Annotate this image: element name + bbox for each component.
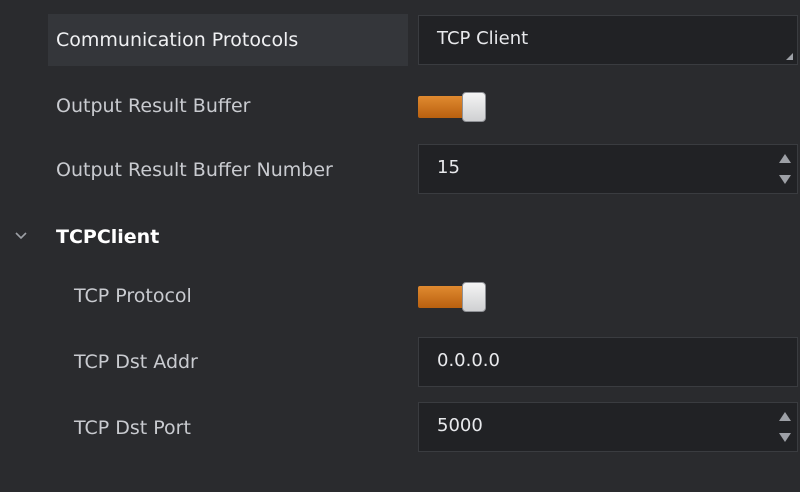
- spin-arrows: [779, 151, 791, 187]
- tcp-protocol-label: TCP Protocol: [74, 285, 192, 307]
- output-result-buffer-label: Output Result Buffer: [56, 95, 251, 117]
- increment-arrow-icon[interactable]: [779, 412, 791, 421]
- dropdown-corner-icon: [786, 53, 793, 60]
- row-output-result-buffer: Output Result Buffer: [0, 80, 800, 132]
- output-result-buffer-toggle[interactable]: [418, 92, 488, 122]
- communication-protocols-value: TCP Client: [437, 28, 529, 49]
- label-cell: Output Result Buffer Number: [48, 144, 408, 196]
- row-tcp-dst-port: TCP Dst Port 5000: [0, 402, 800, 454]
- tcp-dst-port-input[interactable]: 5000: [418, 402, 798, 452]
- row-tcp-dst-addr: TCP Dst Addr 0.0.0.0: [0, 336, 800, 388]
- decrement-arrow-icon[interactable]: [779, 175, 791, 184]
- output-result-buffer-number-value: 15: [437, 157, 460, 178]
- spin-arrows: [779, 409, 791, 445]
- communication-protocols-dropdown[interactable]: TCP Client: [418, 15, 798, 65]
- label-cell: Output Result Buffer: [48, 80, 408, 132]
- output-result-buffer-number-input[interactable]: 15: [418, 144, 798, 194]
- label-cell: TCP Dst Addr: [48, 336, 408, 388]
- communication-protocols-label: Communication Protocols: [56, 29, 299, 51]
- property-panel: Communication Protocols TCP Client Outpu…: [0, 0, 800, 492]
- tcp-dst-port-value: 5000: [437, 415, 483, 436]
- group-title: TCPClient: [56, 226, 160, 248]
- increment-arrow-icon[interactable]: [779, 154, 791, 163]
- label-cell: Communication Protocols: [48, 14, 408, 66]
- row-output-result-buffer-number: Output Result Buffer Number 15: [0, 144, 800, 196]
- toggle-knob[interactable]: [462, 92, 486, 122]
- decrement-arrow-icon[interactable]: [779, 433, 791, 442]
- output-result-buffer-number-label: Output Result Buffer Number: [56, 159, 333, 181]
- label-cell: TCP Protocol: [48, 270, 408, 322]
- tcp-dst-addr-value: 0.0.0.0: [437, 350, 500, 371]
- row-communication-protocols[interactable]: Communication Protocols TCP Client: [0, 14, 800, 66]
- chevron-down-icon[interactable]: [14, 229, 28, 243]
- tcp-dst-addr-label: TCP Dst Addr: [74, 351, 198, 373]
- group-header-tcpclient[interactable]: TCPClient: [0, 212, 800, 264]
- row-tcp-protocol: TCP Protocol: [0, 270, 800, 322]
- toggle-knob[interactable]: [462, 282, 486, 312]
- label-cell: TCP Dst Port: [48, 402, 408, 454]
- tcp-protocol-toggle[interactable]: [418, 282, 488, 312]
- tcp-dst-addr-input[interactable]: 0.0.0.0: [418, 337, 798, 387]
- tcp-dst-port-label: TCP Dst Port: [74, 417, 191, 439]
